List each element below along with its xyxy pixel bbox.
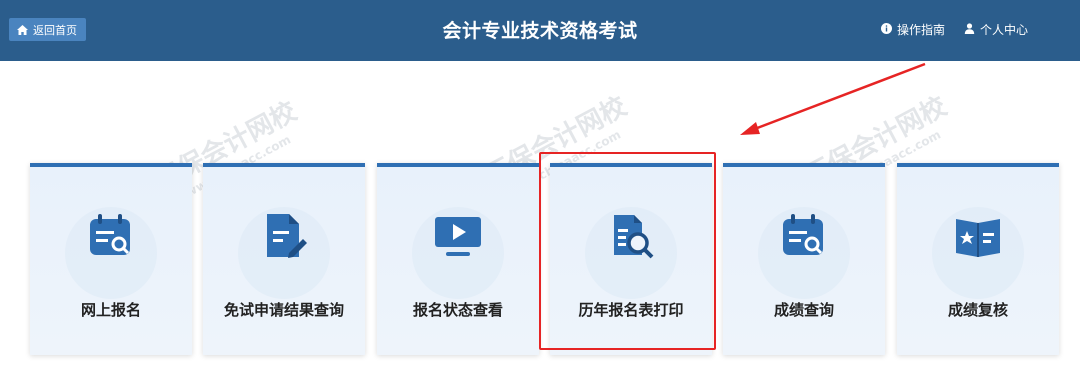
card-registration-status[interactable]: 报名状态查看 [377,163,539,355]
card-label: 报名状态查看 [412,301,503,319]
card-online-registration[interactable]: 网上报名 [30,163,192,355]
card-score-review[interactable]: 成绩复核 [897,163,1059,355]
card-label: 成绩复核 [947,301,1008,319]
calendar-search-icon [783,214,823,255]
calendar-search-icon [90,214,130,255]
card-label: 成绩查询 [773,301,834,319]
card-label: 免试申请结果查询 [223,301,344,319]
card-exemption-result-query[interactable]: 免试申请结果查询 [203,163,365,355]
document-search-icon [614,215,654,259]
card-historical-form-print[interactable]: 历年报名表打印 [550,163,712,355]
book-star-icon [956,219,1000,257]
card-label: 网上报名 [80,301,141,319]
monitor-play-icon [435,217,481,256]
card-score-query[interactable]: 成绩查询 [723,163,885,355]
document-edit-icon [267,214,307,258]
card-label: 历年报名表打印 [578,301,684,319]
